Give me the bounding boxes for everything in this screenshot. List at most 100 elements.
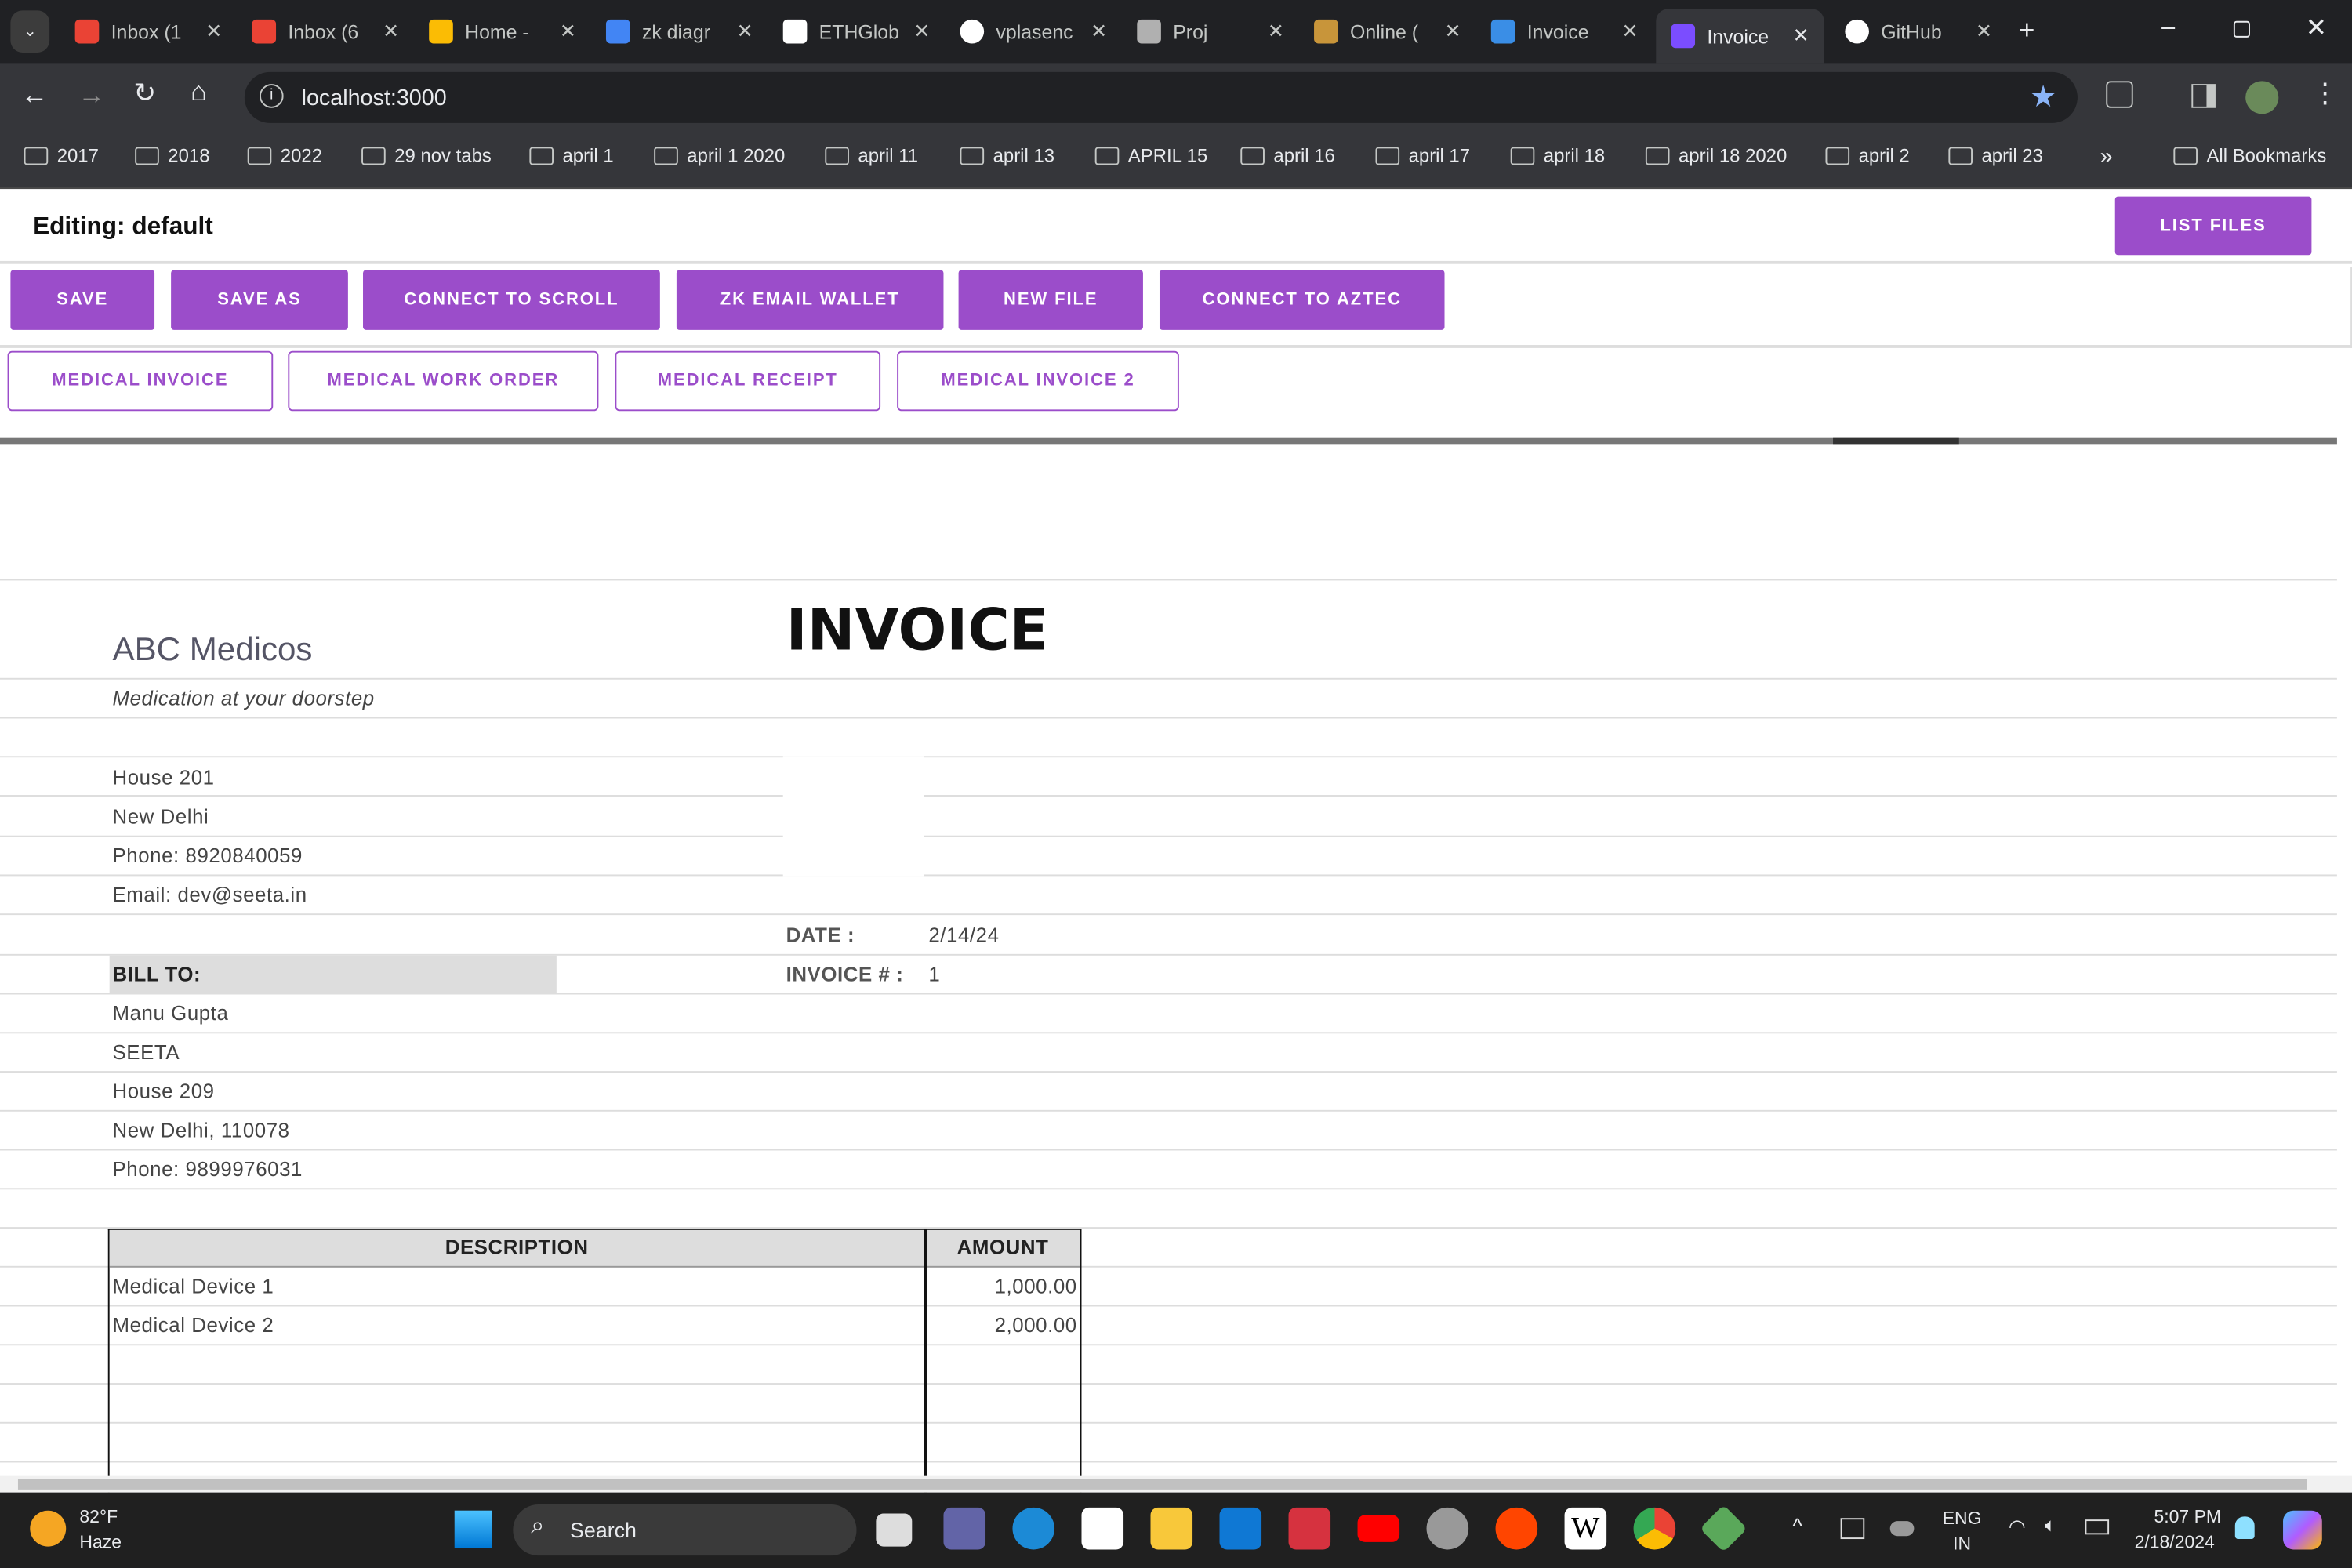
reddit-icon[interactable]	[1495, 1507, 1538, 1550]
notification-bell-icon[interactable]	[2234, 1516, 2255, 1540]
all-bookmarks[interactable]: All Bookmarks	[2173, 146, 2326, 166]
tab-search-button[interactable]: ⌄	[10, 10, 50, 53]
volume-icon[interactable]: 🔈︎	[2045, 1514, 2056, 1538]
item-amount[interactable]: 2,000.00	[926, 1314, 1077, 1337]
more-bookmarks-icon[interactable]: »	[2100, 144, 2113, 170]
browser-tab[interactable]: vplasenc ✕	[945, 9, 1122, 53]
date-value[interactable]: 2/14/24	[928, 924, 999, 947]
youtube-icon[interactable]	[1357, 1515, 1400, 1542]
horizontal-scrollbar[interactable]	[0, 1475, 2352, 1493]
back-icon[interactable]: ←	[21, 79, 48, 111]
close-tab-icon[interactable]: ✕	[1091, 20, 1107, 44]
bookmark-folder[interactable]: 2022	[247, 146, 322, 166]
language-code[interactable]: ENG	[1943, 1508, 1982, 1529]
bookmark-folder[interactable]: april 1 2020	[654, 146, 785, 166]
bookmark-folder[interactable]: april 2	[1825, 146, 1910, 166]
action-button[interactable]: CONNECT TO AZTEC	[1159, 270, 1445, 330]
task-view-icon[interactable]	[876, 1513, 913, 1547]
template-button[interactable]: MEDICAL RECEIPT	[615, 350, 881, 412]
browser-tab[interactable]: Proj ✕	[1122, 9, 1299, 53]
restore-button[interactable]	[2233, 20, 2250, 38]
item-description[interactable]: Medical Device 2	[112, 1314, 274, 1337]
bookmark-folder[interactable]: 2018	[135, 146, 210, 166]
weather-temp[interactable]: 82°F	[79, 1506, 118, 1527]
teams-icon[interactable]	[943, 1507, 986, 1550]
template-button[interactable]: MEDICAL INVOICE 2	[897, 350, 1179, 412]
action-button[interactable]: NEW FILE	[958, 270, 1143, 330]
action-button[interactable]: SAVE	[10, 270, 155, 330]
close-tab-icon[interactable]: ✕	[1621, 20, 1638, 44]
store-icon[interactable]	[1081, 1507, 1124, 1550]
copilot-icon[interactable]	[2283, 1510, 2322, 1550]
invoice-number-value[interactable]: 1	[928, 963, 940, 985]
browser-tab[interactable]: Online ( ✕	[1299, 9, 1476, 53]
mail-icon[interactable]	[1219, 1507, 1262, 1550]
browser-tab[interactable]: Inbox (6 ✕	[237, 9, 414, 53]
clock-date[interactable]: 2/18/2024	[2135, 1531, 2215, 1552]
git-icon[interactable]	[1700, 1504, 1748, 1552]
site-info-icon[interactable]: i	[260, 84, 284, 108]
clock-time[interactable]: 5:07 PM	[2154, 1506, 2221, 1527]
menu-icon[interactable]: ⋮	[2311, 78, 2338, 109]
bookmark-folder[interactable]: april 18 2020	[1645, 146, 1787, 166]
action-button[interactable]: CONNECT TO SCROLL	[363, 270, 660, 330]
bookmark-folder[interactable]: april 23	[1948, 146, 2043, 166]
item-amount[interactable]: 1,000.00	[926, 1275, 1077, 1298]
forward-icon[interactable]: →	[78, 79, 104, 111]
edge-icon[interactable]	[1012, 1507, 1055, 1550]
wikipedia-icon[interactable]: W	[1564, 1507, 1607, 1550]
browser-tab[interactable]: GitHub ✕	[1830, 9, 2007, 53]
news-icon[interactable]	[1288, 1507, 1331, 1550]
template-button[interactable]: MEDICAL WORK ORDER	[288, 350, 599, 412]
bookmark-folder[interactable]: april 17	[1375, 146, 1470, 166]
start-icon[interactable]	[454, 1510, 492, 1548]
address-bar[interactable]: i localhost:3000 ★	[244, 71, 2078, 123]
minimize-button[interactable]: –	[2161, 15, 2175, 42]
reload-icon[interactable]: ↻	[133, 78, 156, 109]
bookmark-folder[interactable]: april 13	[960, 146, 1054, 166]
bookmark-folder[interactable]: 2017	[24, 146, 99, 166]
action-button[interactable]: SAVE AS	[171, 270, 348, 330]
close-tab-icon[interactable]: ✕	[1976, 20, 1992, 44]
apple-icon[interactable]	[1426, 1507, 1469, 1550]
browser-tab[interactable]: Invoice ✕	[1656, 9, 1824, 64]
close-window-button[interactable]: ✕	[2306, 13, 2327, 43]
bookmark-star-icon[interactable]: ★	[2030, 78, 2056, 115]
browser-tab[interactable]: zk diagr ✕	[591, 9, 768, 53]
bookmark-folder[interactable]: april 11	[825, 146, 918, 166]
bookmark-folder[interactable]: april 16	[1240, 146, 1335, 166]
close-tab-icon[interactable]: ✕	[383, 20, 399, 44]
bookmark-folder[interactable]: APRIL 15	[1094, 146, 1207, 166]
close-tab-icon[interactable]: ✕	[560, 20, 576, 44]
sheet-scroll-thumb[interactable]	[1833, 437, 1959, 445]
profile-avatar[interactable]	[2245, 81, 2279, 114]
tray-upload-icon[interactable]	[1840, 1518, 1865, 1540]
browser-tab[interactable]: Invoice ✕	[1476, 9, 1653, 53]
wifi-icon[interactable]: ◠	[2009, 1515, 2026, 1539]
extensions-icon[interactable]	[2106, 81, 2133, 108]
close-tab-icon[interactable]: ✕	[1793, 24, 1809, 49]
battery-icon[interactable]	[2085, 1519, 2110, 1535]
file-explorer-icon[interactable]	[1150, 1507, 1193, 1550]
close-tab-icon[interactable]: ✕	[1268, 20, 1284, 44]
tray-chevron-icon[interactable]: ^	[1792, 1514, 1802, 1538]
home-icon[interactable]: ⌂	[191, 77, 207, 108]
action-button[interactable]: ZK EMAIL WALLET	[676, 270, 944, 330]
new-tab-button[interactable]: +	[2019, 15, 2034, 46]
bookmark-folder[interactable]: april 1	[529, 146, 614, 166]
browser-tab[interactable]: Home - ✕	[414, 9, 591, 53]
browser-tab[interactable]: Inbox (1 ✕	[60, 9, 238, 53]
close-tab-icon[interactable]: ✕	[1445, 20, 1461, 44]
close-tab-icon[interactable]: ✕	[205, 20, 222, 44]
browser-tab[interactable]: ETHGlob ✕	[768, 9, 946, 53]
chrome-icon[interactable]	[1633, 1507, 1676, 1550]
close-tab-icon[interactable]: ✕	[913, 20, 930, 44]
tray-cloud-icon[interactable]	[1889, 1521, 1915, 1537]
close-tab-icon[interactable]: ✕	[737, 20, 753, 44]
list-files-button[interactable]: LIST FILES	[2114, 196, 2312, 256]
bookmark-folder[interactable]: april 18	[1510, 146, 1605, 166]
template-button[interactable]: MEDICAL INVOICE	[7, 350, 274, 412]
search-box[interactable]: ⌕ Search	[513, 1504, 857, 1556]
side-panel-icon[interactable]	[2191, 84, 2216, 108]
bookmark-folder[interactable]: 29 nov tabs	[361, 146, 492, 166]
